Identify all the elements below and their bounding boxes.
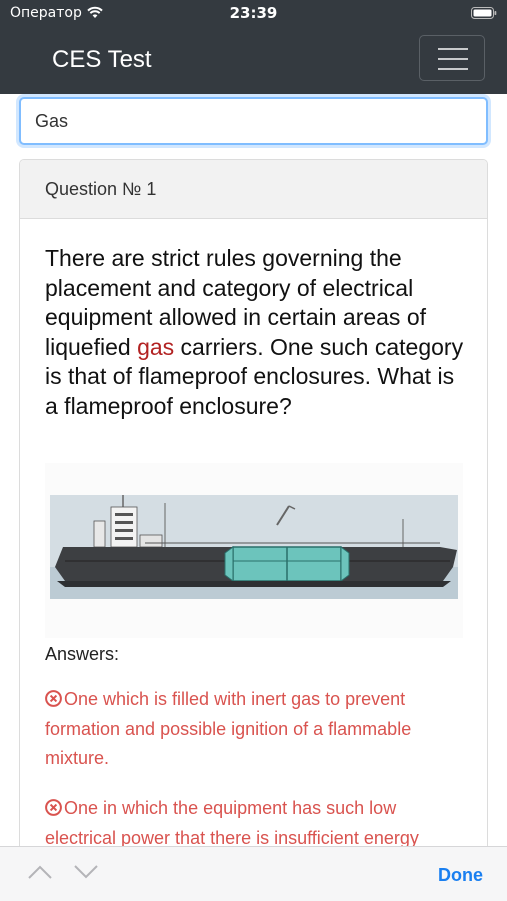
answer-option[interactable]: One which is filled with inert gas to pr… bbox=[45, 685, 465, 774]
answer-text: One in which the equipment has such low … bbox=[45, 798, 419, 848]
question-text: There are strict rules governing the pla… bbox=[45, 244, 470, 422]
app-title[interactable]: CES Test bbox=[52, 46, 152, 74]
chevron-up-icon[interactable] bbox=[27, 864, 53, 880]
answers-label: Answers: bbox=[45, 644, 120, 664]
navbar: CES Test bbox=[0, 26, 507, 94]
battery-icon bbox=[471, 7, 497, 19]
status-bar: Оператор 23:39 bbox=[0, 0, 507, 26]
search-highlight: gas bbox=[137, 333, 175, 360]
gas-carrier-ship-image bbox=[50, 495, 458, 599]
search-input[interactable] bbox=[19, 97, 488, 145]
question-number: Question № 1 bbox=[20, 160, 487, 219]
answer-option[interactable]: One in which the equipment has such low … bbox=[45, 794, 465, 853]
keyboard-accessory-bar: Done bbox=[0, 846, 507, 901]
status-time: 23:39 bbox=[229, 4, 278, 22]
menu-toggle-button[interactable] bbox=[419, 35, 485, 81]
answer-text: One which is filled with inert gas to pr… bbox=[45, 689, 412, 768]
question-card: Question № 1 There are strict rules gove… bbox=[19, 159, 488, 879]
done-button[interactable]: Done bbox=[438, 865, 483, 886]
chevron-down-icon[interactable] bbox=[73, 864, 99, 880]
wrong-answer-icon bbox=[45, 799, 62, 816]
wrong-answer-icon bbox=[45, 690, 62, 707]
question-image bbox=[45, 463, 463, 638]
